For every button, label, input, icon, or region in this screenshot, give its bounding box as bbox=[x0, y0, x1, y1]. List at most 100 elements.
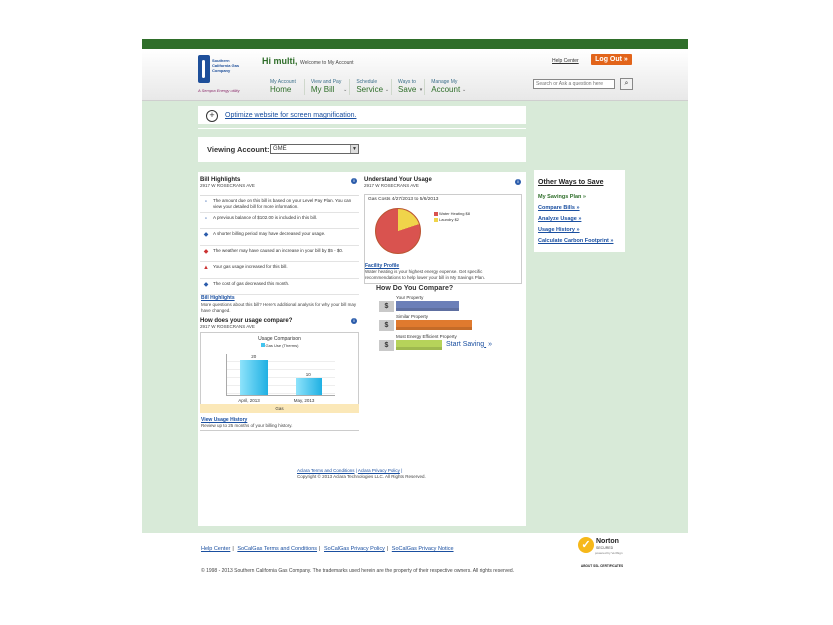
norton-powered-by: powered by VeriSign bbox=[595, 551, 623, 555]
other-ways-panel: Other Ways to Save My Savings Plan » Com… bbox=[534, 170, 625, 252]
separator bbox=[198, 129, 526, 137]
list-item-text: Your gas usage increased for this bill. bbox=[213, 264, 288, 269]
legend-swatch bbox=[434, 217, 438, 222]
info-icon[interactable]: i bbox=[351, 178, 357, 184]
magnification-bar: + Optimize website for screen magnificat… bbox=[198, 106, 526, 128]
document-icon: ▫ bbox=[204, 215, 208, 222]
list-item-text: The cost of gas decreased this month. bbox=[213, 280, 290, 286]
viewing-account-label: Viewing Account: bbox=[207, 145, 270, 154]
compare-bills-link[interactable]: Compare Bills » bbox=[538, 205, 580, 211]
analyze-usage-link[interactable]: Analyze Usage » bbox=[538, 216, 581, 222]
nav-my-bill[interactable]: View and Pay My Bill ⌄ bbox=[303, 79, 349, 95]
nav-service[interactable]: Schedule Service ⌄ bbox=[349, 79, 391, 95]
legend-label: Gas Use (Therms) bbox=[265, 343, 299, 348]
bill-highlights-list: ▫ The amount due on this bill is based o… bbox=[200, 195, 359, 295]
divider bbox=[200, 430, 359, 431]
bill-highlights-link[interactable]: Bill Highlights bbox=[201, 295, 235, 301]
welcome-text: Welcome to My Account bbox=[300, 60, 354, 66]
document-icon: ▫ bbox=[204, 199, 208, 205]
nav-account[interactable]: Manage My Account ⌄ bbox=[424, 79, 468, 95]
dropdown-arrow-icon: ▼ bbox=[350, 145, 358, 153]
legend-swatch bbox=[260, 343, 265, 347]
logo-text: Southern California Gas Company bbox=[212, 58, 240, 73]
separator: | bbox=[401, 468, 403, 473]
magnify-icon: + bbox=[206, 110, 218, 122]
info-icon[interactable]: i bbox=[515, 179, 521, 185]
info-icon[interactable]: i bbox=[351, 318, 357, 324]
nav-home-big: Home bbox=[270, 85, 292, 94]
account-select[interactable]: GME ▼ bbox=[270, 144, 359, 154]
start-saving-link[interactable]: Start Saving » bbox=[444, 341, 492, 348]
chevron-right-icon: » bbox=[488, 341, 492, 348]
socalgas-logo[interactable]: Southern California Gas Company A Sempra… bbox=[197, 55, 247, 99]
optimize-magnification-link[interactable]: Optimize website for screen magnificatio… bbox=[225, 112, 357, 119]
chevron-down-icon: ⌄ bbox=[461, 87, 467, 93]
aclara-privacy-link[interactable]: Aclara Privacy Policy bbox=[358, 468, 400, 473]
dropdown-arrow-icon: ▾ bbox=[419, 87, 423, 93]
separator: | bbox=[232, 546, 234, 552]
footer-terms-link[interactable]: SoCalGas Terms and Conditions bbox=[237, 546, 317, 552]
ssl-certificates-link[interactable]: ABOUT SSL CERTIFICATES bbox=[573, 564, 631, 568]
legend-label: Water Heating $8 bbox=[439, 211, 470, 216]
view-usage-history-sub: Review up to 25 months of your billing h… bbox=[201, 423, 293, 428]
legend-item: Water Heating $8 bbox=[434, 211, 470, 216]
nav-save[interactable]: Ways to Save ▾ bbox=[391, 79, 424, 95]
gas-costs-label: Gas Costs 4/27/2013 to 5/6/2013 bbox=[368, 197, 439, 202]
my-savings-plan-link[interactable]: My Savings Plan » bbox=[538, 194, 586, 200]
flame-icon bbox=[198, 55, 210, 83]
dollar-icon: $ bbox=[379, 301, 394, 312]
logout-button[interactable]: Log Out » bbox=[591, 54, 632, 65]
carbon-footprint-link[interactable]: Calculate Carbon Footprint » bbox=[538, 238, 613, 244]
list-item: ▫ A previous balance of $102.00 is inclu… bbox=[200, 213, 359, 229]
list-item-text: A shorter billing period may have decrea… bbox=[213, 231, 326, 236]
footer-nav: Help Center | SoCalGas Terms and Conditio… bbox=[201, 546, 454, 552]
list-item: ◆ A shorter billing period may have decr… bbox=[200, 229, 359, 246]
footer-privacy-notice-link[interactable]: SoCalGas Privacy Notice bbox=[392, 546, 454, 552]
nav-home[interactable]: My Account Home bbox=[264, 79, 304, 95]
bill-highlights-header: Bill Highlights 2917 W ROSECRANS AVE i bbox=[200, 177, 359, 188]
aclara-copyright: Copyright © 2013 Aclara Technologies LLC… bbox=[297, 474, 426, 479]
list-item: ▲ Your gas usage increased for this bill… bbox=[200, 262, 359, 279]
greeting: Hi multi, Welcome to My Account bbox=[262, 56, 354, 66]
nav-my-bill-big: My Bill bbox=[310, 85, 335, 94]
chart-bar bbox=[240, 360, 269, 395]
site-header: Southern California Gas Company A Sempra… bbox=[142, 49, 688, 101]
norton-secured-badge[interactable]: ✓ Norton SECURED powered by VeriSign ABO… bbox=[573, 533, 631, 571]
gas-costs-pie bbox=[375, 208, 421, 254]
footer-privacy-policy-link[interactable]: SoCalGas Privacy Policy bbox=[324, 546, 385, 552]
decrease-icon: ◆ bbox=[203, 281, 209, 288]
usage-chart: Usage Comparison Gas Use (Therms) 20 Apri… bbox=[200, 332, 359, 412]
compare-label: Similar Property bbox=[396, 314, 429, 319]
nav-service-big: Service bbox=[356, 85, 384, 94]
other-ways-title: Other Ways to Save bbox=[538, 179, 604, 186]
usage-history-link[interactable]: Usage History » bbox=[538, 227, 580, 233]
chart-plot-area: 20 April, 2013 10 May, 2013 bbox=[226, 354, 335, 403]
chart-bar bbox=[295, 377, 322, 395]
search-icon[interactable]: ⌕ bbox=[620, 78, 633, 90]
legend-item: Laundry $2 bbox=[434, 217, 459, 222]
chevron-down-icon: ⌄ bbox=[384, 87, 390, 93]
x-axis-label: April, 2013 bbox=[238, 398, 260, 403]
footer-help-center-link[interactable]: Help Center bbox=[201, 546, 230, 552]
list-item-text: A previous balance of $102.00 is include… bbox=[213, 214, 318, 220]
usage-compare-address: 2917 W ROSECRANS AVE bbox=[200, 324, 255, 329]
nav-account-big: Account bbox=[431, 85, 461, 94]
increase-icon: ◆ bbox=[203, 248, 209, 255]
norton-secured: SECURED bbox=[596, 546, 614, 550]
start-saving-label: Start Saving bbox=[446, 341, 485, 348]
footer-copyright: © 1998 - 2013 Southern California Gas Co… bbox=[201, 568, 515, 574]
aclara-links: Aclara Terms and Conditions | Aclara Pri… bbox=[297, 468, 402, 473]
usage-compare-header: How does your usage compare? 2917 W ROSE… bbox=[200, 318, 359, 329]
logo-tagline: A Sempra Energy utility bbox=[198, 88, 240, 93]
chart-legend: Gas Use (Therms) bbox=[201, 343, 358, 348]
facility-profile-text: Water heating is your highest energy exp… bbox=[365, 269, 486, 280]
chart-title: Usage Comparison bbox=[258, 336, 301, 342]
list-item: ▫ The amount due on this bill is based o… bbox=[200, 196, 359, 213]
list-item-text: The amount due on this bill is based on … bbox=[213, 198, 352, 209]
chevron-down-icon: ⌄ bbox=[343, 87, 348, 93]
compare-bar bbox=[396, 320, 472, 330]
bill-highlights-more: More questions about this bill? Here's a… bbox=[201, 302, 357, 313]
search-input[interactable] bbox=[533, 79, 615, 89]
help-center-link[interactable]: Help Center bbox=[552, 58, 579, 64]
aclara-terms-link[interactable]: Aclara Terms and Conditions bbox=[297, 468, 354, 473]
